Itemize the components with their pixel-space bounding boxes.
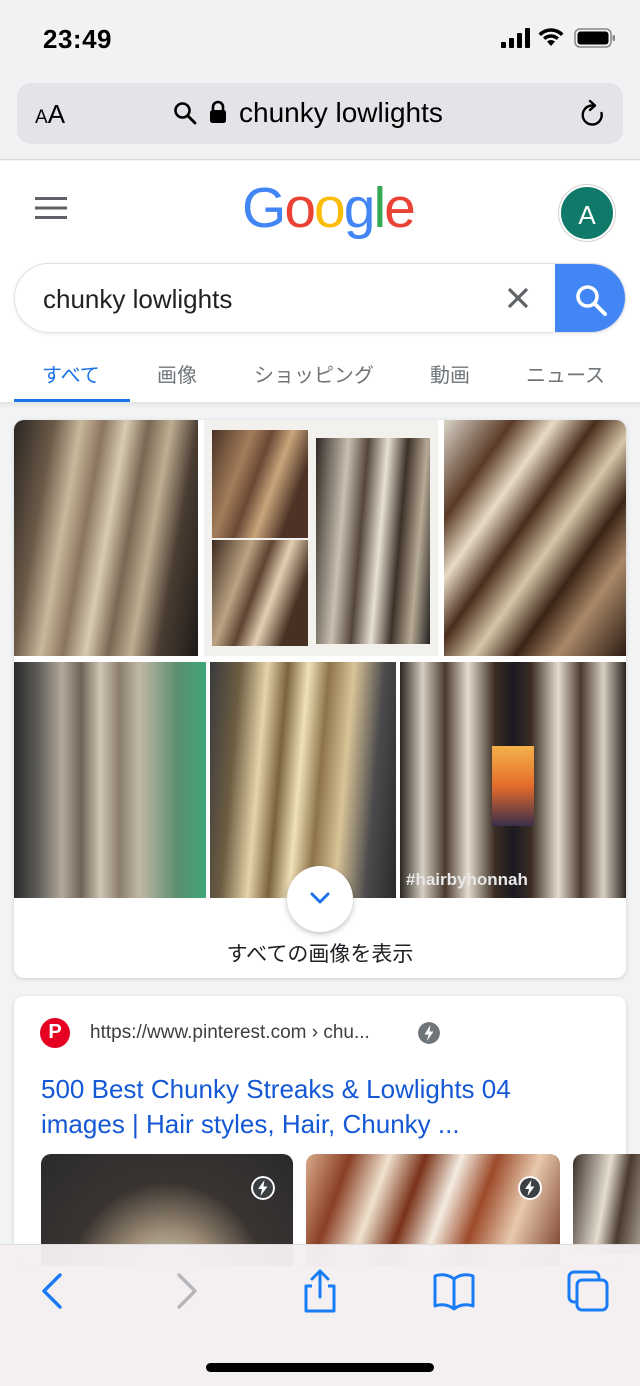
forward-icon[interactable] — [163, 1269, 207, 1313]
amp-bolt-icon — [418, 1022, 440, 1044]
address-text: chunky lowlights — [239, 97, 443, 128]
cellular-signal-icon — [501, 28, 530, 48]
logo-letter: g — [343, 176, 376, 240]
tab-images[interactable]: 画像 — [157, 359, 197, 388]
image-result[interactable] — [210, 662, 396, 898]
result-url[interactable]: https://www.pinterest.com › chu... — [90, 1022, 370, 1044]
account-avatar[interactable]: A — [559, 185, 615, 241]
logo-letter: l — [373, 176, 386, 240]
image-results-card: #hairbyhonnah すべての画像を表示 — [14, 420, 626, 978]
logo-letter: e — [384, 176, 416, 240]
amp-bolt-icon — [518, 1176, 542, 1200]
image-result[interactable] — [14, 420, 198, 656]
header-divider — [0, 402, 640, 408]
logo-letter: o — [284, 176, 316, 240]
battery-icon — [574, 28, 615, 48]
amp-bolt-icon — [251, 1176, 275, 1200]
image-result[interactable] — [14, 662, 206, 898]
browser-address-area: AA chunky lowlights — [0, 80, 640, 160]
search-button[interactable] — [555, 264, 625, 332]
search-icon — [576, 285, 607, 316]
wifi-icon — [538, 28, 564, 46]
search-box[interactable]: chunky lowlights — [14, 263, 626, 333]
address-bar[interactable]: AA chunky lowlights — [17, 83, 623, 144]
pinterest-favicon: P — [40, 1018, 70, 1048]
tabs-icon[interactable] — [566, 1269, 610, 1313]
home-indicator — [206, 1363, 434, 1372]
search-icon — [174, 102, 197, 125]
image-watermark: #hairbyhonnah — [406, 870, 528, 889]
share-icon[interactable] — [298, 1269, 342, 1313]
google-logo[interactable]: Google — [242, 175, 416, 241]
browser-toolbar — [0, 1244, 640, 1386]
hamburger-menu-icon[interactable] — [35, 195, 67, 221]
show-all-images-link[interactable]: すべての画像を表示 — [14, 938, 626, 968]
lock-icon — [210, 100, 226, 123]
expand-images-button[interactable] — [287, 866, 353, 932]
status-time: 23:49 — [43, 24, 112, 54]
back-icon[interactable] — [32, 1269, 76, 1313]
tab-videos[interactable]: 動画 — [430, 359, 470, 388]
status-bar: 23:49 — [0, 0, 640, 80]
tab-all[interactable]: すべて — [42, 359, 100, 388]
text-size-button[interactable]: AA — [35, 99, 65, 130]
google-header: Google A chunky lowlights すべて 画像 ショッピング … — [0, 161, 640, 403]
tab-shopping[interactable]: ショッピング — [254, 359, 374, 388]
search-result-card: P https://www.pinterest.com › chu... 500… — [14, 996, 626, 1266]
search-input[interactable]: chunky lowlights — [43, 284, 232, 315]
reload-icon[interactable] — [579, 99, 607, 129]
image-result[interactable]: #hairbyhonnah — [400, 662, 626, 898]
search-tabs: すべて 画像 ショッピング 動画 ニュース — [0, 353, 640, 403]
result-thumbnail[interactable] — [573, 1154, 640, 1254]
image-result[interactable] — [204, 420, 438, 656]
chevron-down-icon — [310, 892, 330, 904]
clear-icon[interactable] — [505, 285, 531, 311]
logo-letter: G — [242, 176, 286, 240]
tab-news[interactable]: ニュース — [526, 359, 605, 388]
bookmarks-icon[interactable] — [432, 1269, 476, 1313]
result-title-link[interactable]: 500 Best Chunky Streaks & Lowlights 04 i… — [41, 1072, 601, 1142]
logo-letter: o — [314, 176, 346, 240]
image-result[interactable] — [444, 420, 626, 656]
